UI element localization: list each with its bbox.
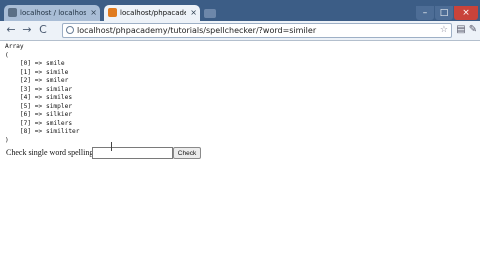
address-bar[interactable]: localhost/phpacademy/tutorials/spellchec…: [62, 23, 452, 38]
check-button[interactable]: Check: [173, 147, 201, 159]
dump-line: [8] => similiter: [5, 128, 80, 136]
minimize-button[interactable]: –: [416, 6, 434, 20]
dump-line: ): [5, 137, 9, 145]
dump-line: [2] => smiler: [5, 77, 69, 85]
tab-favicon-icon: [108, 8, 117, 17]
wrench-icon[interactable]: ✎: [467, 24, 479, 36]
dump-line: [5] => simpler: [5, 102, 73, 110]
close-window-button[interactable]: ×: [454, 6, 478, 20]
tab-title: localhost / localhost / spell: [20, 9, 86, 17]
window-controls: – □ ×: [415, 0, 478, 20]
browser-toolbar: ← → C localhost/phpacademy/tutorials/spe…: [0, 21, 480, 41]
dump-line: [4] => similes: [5, 94, 73, 102]
back-button[interactable]: ←: [4, 23, 18, 37]
new-tab-button[interactable]: [204, 9, 216, 18]
tab-close-icon[interactable]: ×: [90, 5, 97, 21]
tab-spellchecker[interactable]: localhost/phpacademy/tut ×: [104, 5, 200, 21]
tab-strip: localhost / localhost / spell × localhos…: [0, 0, 480, 21]
dump-line: (: [5, 51, 9, 59]
browser-chrome: localhost / localhost / spell × localhos…: [0, 0, 480, 41]
dump-line: [3] => similar: [5, 85, 73, 93]
array-dump: Array ( [0] => smile [1] => simile [2] =…: [5, 43, 80, 146]
forward-button[interactable]: →: [20, 23, 34, 37]
dump-line: [7] => smilers: [5, 119, 73, 127]
dump-line: [1] => simile: [5, 68, 69, 76]
page-menu-icon[interactable]: ▤: [455, 24, 467, 36]
word-input[interactable]: [92, 147, 173, 159]
word-field-label: Check single word spelling:: [6, 148, 96, 157]
page-content: Array ( [0] => smile [1] => simile [2] =…: [0, 41, 480, 270]
address-url: localhost/phpacademy/tutorials/spellchec…: [77, 26, 317, 35]
dump-line: [0] => smile: [5, 60, 65, 68]
tab-localhost-phpmyadmin[interactable]: localhost / localhost / spell ×: [4, 5, 100, 21]
dump-line: [6] => silkier: [5, 111, 73, 119]
maximize-button[interactable]: □: [435, 6, 453, 20]
tab-close-icon[interactable]: ×: [190, 5, 197, 21]
reload-button[interactable]: C: [36, 23, 50, 37]
globe-icon: [66, 26, 74, 34]
tab-favicon-icon: [8, 8, 17, 17]
bookmark-star-icon[interactable]: ☆: [440, 24, 448, 37]
dump-line: Array: [5, 43, 24, 50]
tab-title: localhost/phpacademy/tut: [120, 9, 186, 17]
text-cursor-icon: [111, 142, 112, 151]
